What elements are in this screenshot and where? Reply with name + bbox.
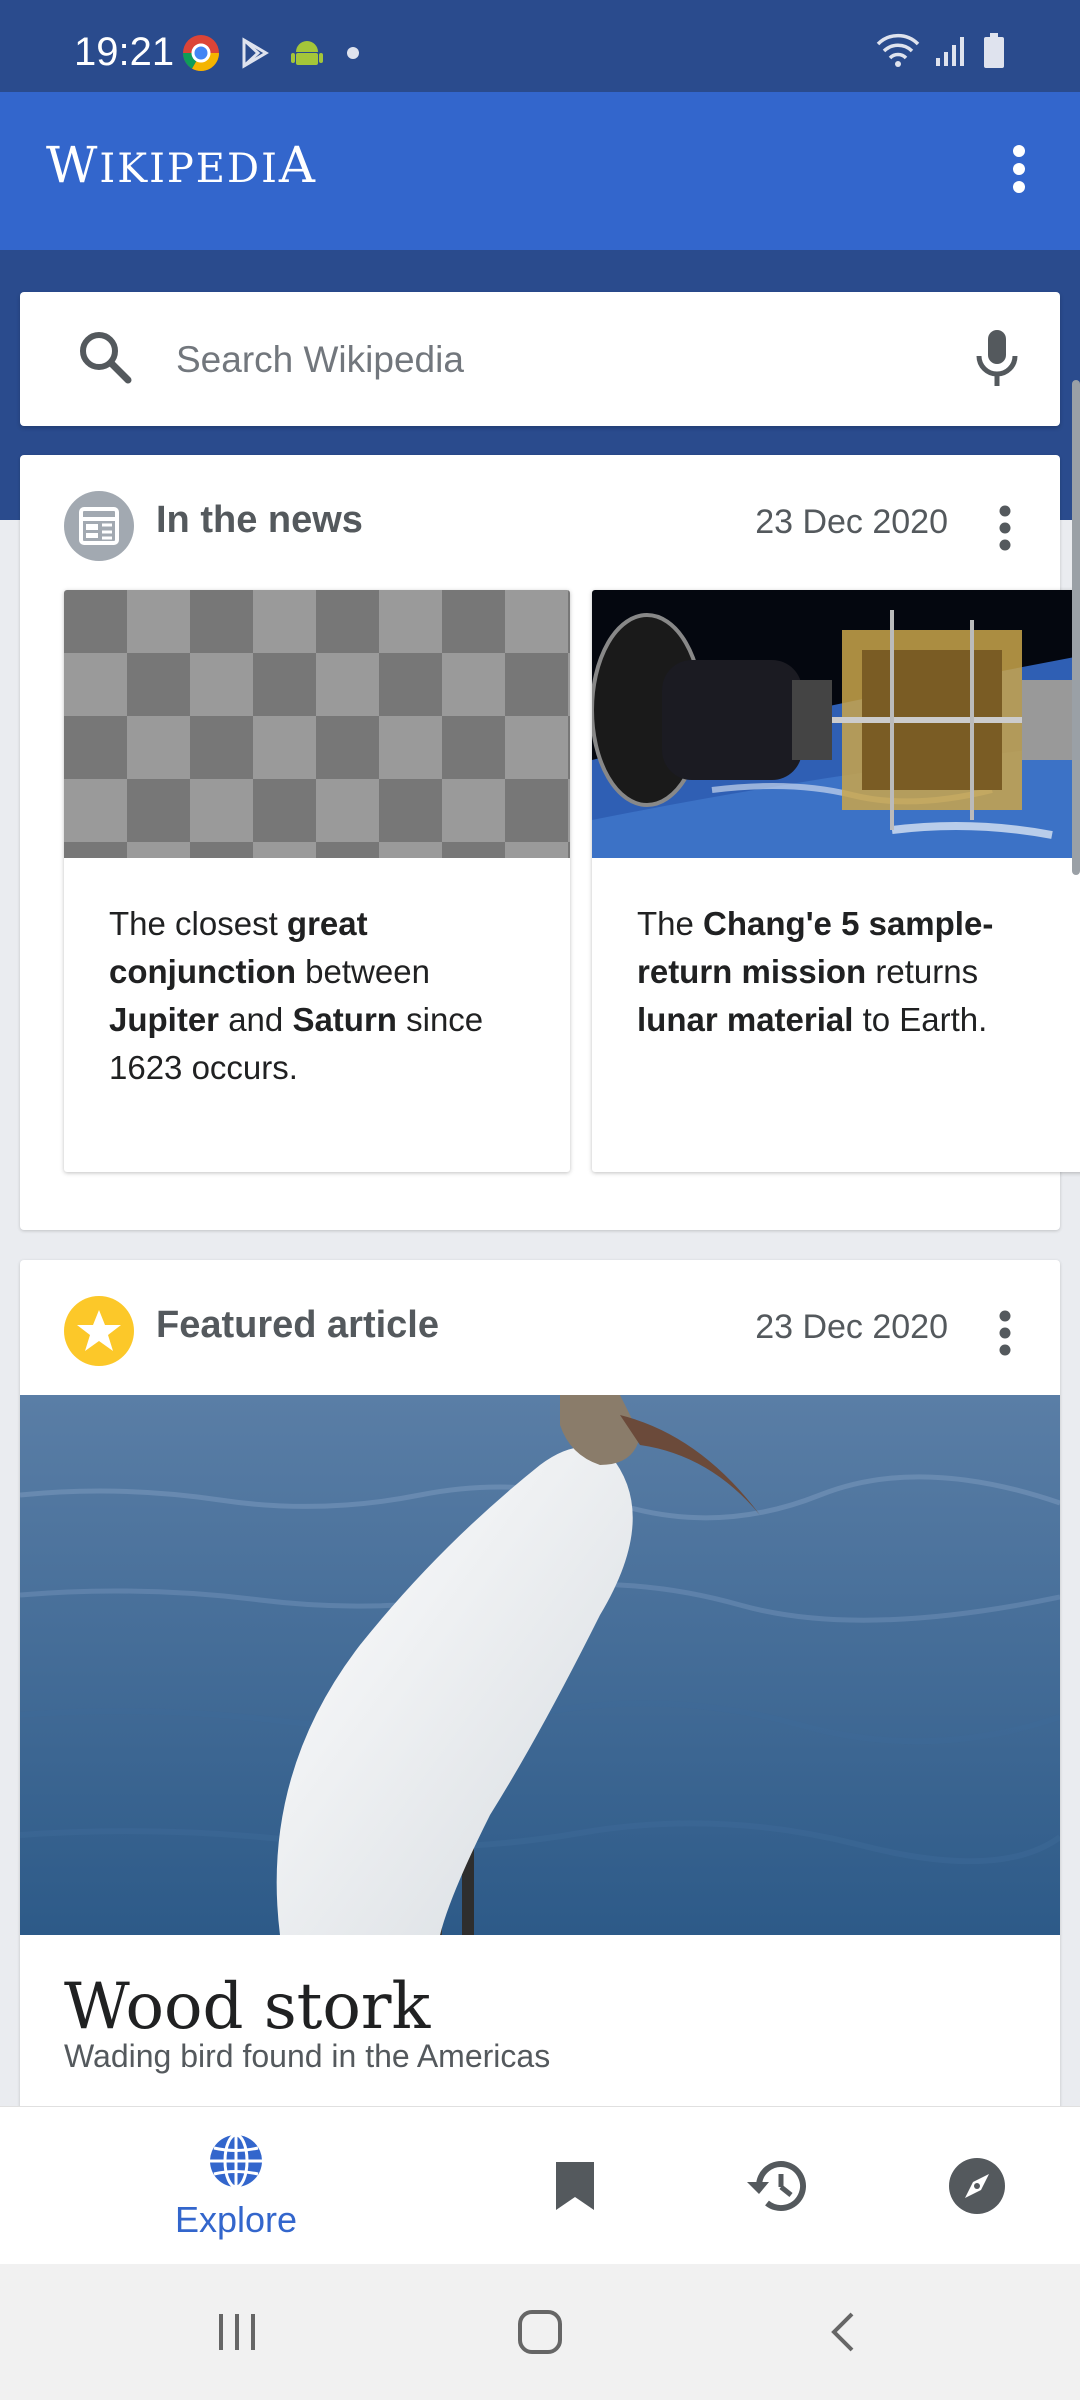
search-icon[interactable] [76,328,134,386]
news-card-menu-button[interactable] [980,493,1030,563]
back-icon [831,2312,854,2352]
news-link-text[interactable]: Saturn [292,1001,397,1038]
status-notification-icons [182,34,364,72]
overflow-menu-button[interactable] [984,134,1054,204]
in-the-news-card[interactable]: In the news 23 Dec 2020 The closest grea… [20,455,1080,1230]
nav-suggested-edits[interactable] [922,2107,1032,2265]
featured-article-card[interactable]: Featured article 23 Dec 2020 Wood stork … [20,1260,1060,2160]
scrollbar[interactable] [1072,380,1080,875]
app-bar: WIKIPEDIA [0,92,1080,250]
saved-icon [556,2162,594,2210]
search-input[interactable] [176,330,936,390]
app-title: WIKIPEDIA [46,136,317,194]
wifi-icon [876,33,920,67]
chrome-icon [183,35,219,72]
news-item-great-conjunction[interactable]: The closest great conjunction between Ju… [64,590,570,1172]
more-vert-icon [999,505,1011,551]
news-card-date: 23 Dec 2020 [755,503,948,541]
bottom-navigation: Explore [0,2106,1080,2265]
search-bar[interactable] [20,292,1060,426]
dot-icon [347,47,359,59]
app-title-last: A [278,136,317,194]
android-icon [291,41,323,65]
home-icon [518,2310,562,2354]
featured-article-description: Wading bird found in the Americas [64,2038,551,2074]
featured-card-date: 23 Dec 2020 [755,1308,948,1346]
more-vert-icon [1013,145,1025,193]
history-icon [747,2161,806,2212]
status-system-icons [876,32,1006,70]
news-icon [64,491,134,561]
news-link-text[interactable]: lunar material [637,1001,853,1038]
featured-article-title[interactable]: Wood stork [64,1970,430,2044]
news-text-part: to Earth. [853,1001,988,1038]
featured-card-menu-button[interactable] [980,1298,1030,1368]
nav-explore[interactable]: Explore [136,2107,336,2265]
nav-saved[interactable] [520,2107,630,2265]
explore-icon [210,2133,262,2189]
news-text-part: between [295,953,430,990]
app-title-middle: IKIPEDI [99,146,279,192]
featured-card-title: Featured article [156,1304,439,1346]
signal-icon [936,37,964,66]
app-title-first: W [46,136,100,194]
mic-icon[interactable] [974,328,1020,390]
news-item-text: The Chang'e 5 sample-return mission retu… [637,900,1057,1044]
news-image-spacecraft [592,590,1080,858]
news-text-part: returns [866,953,979,990]
nav-history[interactable] [722,2107,832,2265]
status-bar: 19:21 [0,0,1080,92]
news-text-part: The [637,905,704,942]
news-link-text[interactable]: Jupiter [109,1001,219,1038]
system-navigation-bar [0,2264,1080,2400]
news-image-placeholder [64,590,570,858]
news-text-part: and [219,1001,293,1038]
news-text-part: The closest [109,905,287,942]
news-item-change-5[interactable]: The Chang'e 5 sample-return mission retu… [592,590,1080,1172]
battery-icon [984,33,1004,68]
nav-explore-label: Explore [174,2199,298,2240]
recent-apps-icon [219,2314,255,2350]
more-vert-icon [999,1310,1011,1356]
news-item-text: The closest great conjunction between Ju… [109,900,529,1092]
suggested-edits-icon [949,2158,1005,2214]
status-time: 19:21 [74,30,175,74]
news-card-title: In the news [156,499,363,541]
play-store-icon [242,37,269,69]
star-icon [64,1296,134,1366]
featured-article-image[interactable] [20,1395,1060,1935]
back-button[interactable] [798,2292,888,2372]
recent-apps-button[interactable] [192,2292,282,2372]
home-button[interactable] [495,2292,585,2372]
